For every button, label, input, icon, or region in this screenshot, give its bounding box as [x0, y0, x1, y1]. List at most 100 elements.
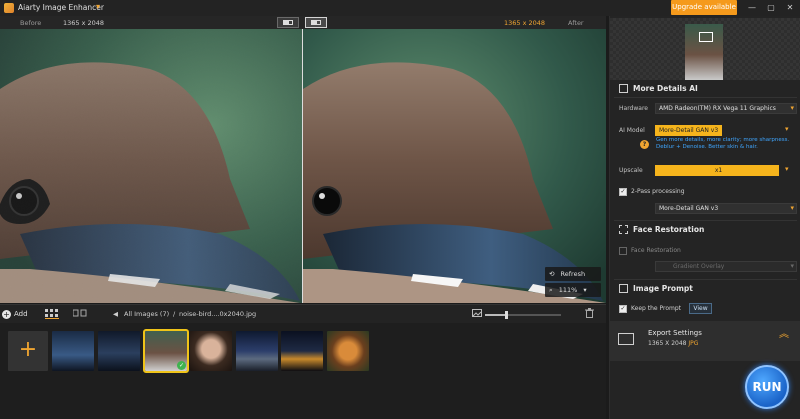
zoom-slider-fill [485, 314, 506, 316]
ai-model-chevron-icon[interactable]: ▾ [785, 125, 789, 133]
more-details-section-header: More Details AI [610, 82, 800, 96]
run-button[interactable]: RUN [745, 365, 789, 409]
chevron-up-icon[interactable]: ︽ [779, 330, 789, 340]
zoom-icon: ⌕ [549, 286, 553, 294]
before-image-pane[interactable] [0, 29, 302, 303]
hardware-label: Hardware [619, 105, 648, 112]
breadcrumb-file: noise-bird....0x2040.jpg [179, 310, 257, 318]
thumbnail-item[interactable] [52, 331, 94, 371]
two-pass-checkbox[interactable]: ✓ [619, 188, 627, 196]
ai-model-select[interactable]: More-Detail GAN v3 [655, 125, 722, 136]
ai-model-hint: Gen more details, more clarity; more sha… [656, 137, 790, 150]
zoom-value: 111% [558, 286, 578, 294]
prompt-icon [619, 284, 628, 293]
export-size: 1365 X 2048 [648, 340, 687, 347]
preview-navigator[interactable] [610, 18, 800, 80]
refresh-button[interactable]: ⟲ Refresh [545, 267, 601, 281]
face-icon [619, 225, 628, 234]
zoom-control[interactable]: ⌕ 111% ▾ [545, 283, 601, 297]
title-menu-chevron-icon[interactable]: ▾ [96, 2, 100, 11]
before-image [0, 29, 302, 303]
upscale-chevron-icon[interactable]: ▾ [785, 165, 789, 173]
zoom-slider-knob[interactable] [505, 311, 508, 319]
face-restoration-checkbox[interactable] [619, 247, 627, 255]
export-format: JPG [688, 340, 699, 347]
after-image [303, 29, 606, 303]
export-info: 1365 X 2048 JPG [648, 340, 698, 347]
ai-model-value: More-Detail GAN v3 [659, 127, 719, 134]
divider [614, 279, 797, 280]
after-image-pane[interactable] [303, 29, 606, 303]
single-view-toggle[interactable] [277, 17, 299, 28]
divider [614, 220, 797, 221]
title-bar: Aiarty Image Enhancer ▾ Upgrade availabl… [0, 0, 800, 16]
refresh-icon: ⟲ [549, 270, 555, 278]
zoom-slider[interactable] [485, 311, 561, 319]
thumbnail-strip: + ✓ [0, 323, 606, 419]
close-icon[interactable]: ✕ [783, 2, 797, 14]
chevron-down-icon: ▾ [790, 104, 794, 112]
face-restoration-label: Face Restoration [631, 247, 681, 254]
check-icon: ✓ [177, 361, 186, 370]
app-title: Aiarty Image Enhancer [18, 3, 104, 12]
view-prompt-button[interactable]: View [689, 303, 712, 314]
enhance-icon [619, 84, 628, 93]
chevron-down-icon: ▾ [790, 262, 794, 270]
image-size-icon [472, 309, 482, 319]
back-icon[interactable]: ◀ [113, 310, 118, 318]
breadcrumb-separator: / [173, 310, 176, 318]
zoom-chevron-icon[interactable]: ▾ [583, 286, 586, 294]
preview-viewport-frame[interactable] [699, 32, 713, 42]
thumbnail-item[interactable] [190, 331, 232, 371]
two-pass-model-select[interactable]: More-Detail GAN v3 ▾ [655, 203, 797, 214]
keep-prompt-checkbox[interactable]: ✓ [619, 305, 627, 313]
hardware-select[interactable]: AMD Radeon(TM) RX Vega 11 Graphics ▾ [655, 103, 797, 114]
thumbnail-item[interactable] [236, 331, 278, 371]
thumbnail-item[interactable] [327, 331, 369, 371]
add-icon: + [2, 310, 11, 319]
thumbnail-item[interactable] [281, 331, 323, 371]
section-title: More Details AI [633, 84, 698, 93]
maximize-icon[interactable]: ▢ [764, 2, 778, 14]
face-restoration-section-header: Face Restoration [610, 223, 800, 237]
breadcrumb-all-images[interactable]: All Images (7) [124, 310, 169, 318]
before-label: Before [20, 19, 42, 27]
face-restoration-select[interactable]: Gradient Overlay ▾ [655, 261, 797, 272]
trash-icon[interactable] [585, 308, 594, 320]
section-title: Image Prompt [633, 284, 693, 293]
export-icon [618, 333, 634, 345]
face-restoration-value: Gradient Overlay [673, 263, 725, 270]
export-settings[interactable]: Export Settings 1365 X 2048 JPG ︽ [610, 321, 800, 361]
before-size: 1365 x 2048 [63, 19, 105, 27]
upscale-select[interactable]: x1 [655, 165, 779, 176]
grid-view-icon[interactable] [45, 309, 59, 319]
image-prompt-section-header: Image Prompt [610, 282, 800, 296]
export-title: Export Settings [648, 329, 702, 337]
ai-model-label: AI Model [619, 127, 645, 134]
thumbnail-item[interactable] [98, 331, 140, 371]
refresh-label: Refresh [560, 270, 586, 278]
two-pass-label: 2-Pass processing [631, 188, 685, 195]
settings-panel: More Details AI Hardware AMD Radeon(TM) … [609, 16, 800, 419]
hardware-value: AMD Radeon(TM) RX Vega 11 Graphics [659, 105, 776, 112]
upscale-label: Upscale [619, 167, 643, 174]
add-label: Add [14, 310, 28, 318]
compare-bar: Before 1365 x 2048 1365 x 2048 After [0, 16, 606, 29]
app-logo [4, 3, 14, 13]
preview-thumbnail [685, 24, 723, 80]
after-size: 1365 x 2048 [504, 19, 546, 27]
section-title: Face Restoration [633, 225, 705, 234]
list-view-icon[interactable] [72, 309, 87, 319]
thumbnail-item-selected[interactable]: ✓ [143, 329, 189, 373]
upgrade-button[interactable]: Upgrade available [671, 0, 737, 15]
after-label: After [568, 19, 584, 27]
add-button[interactable]: + Add [2, 308, 38, 321]
bottom-toolbar: + Add ◀ All Images (7) / noise-bird....0x… [0, 304, 606, 323]
help-icon[interactable]: ? [640, 140, 649, 149]
minimize-icon[interactable]: — [745, 2, 759, 14]
upscale-value: x1 [714, 167, 723, 174]
chevron-down-icon: ▾ [790, 204, 794, 212]
split-view-toggle[interactable] [305, 17, 327, 28]
divider [614, 97, 797, 98]
add-image-tile[interactable]: + [8, 331, 48, 371]
